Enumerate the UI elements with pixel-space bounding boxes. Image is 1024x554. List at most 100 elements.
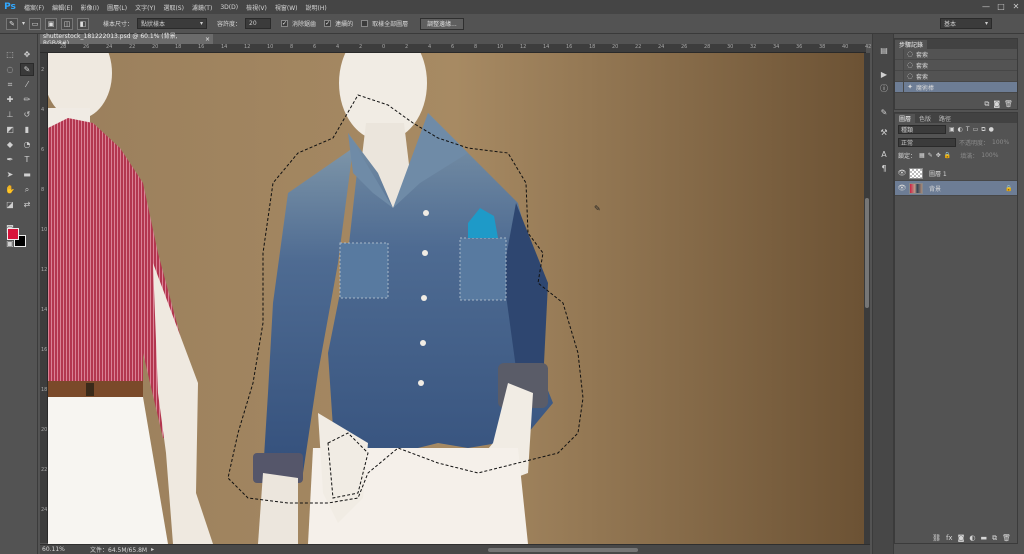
path-selection-tool-icon[interactable]: ➤ — [3, 168, 17, 181]
camera-icon[interactable]: ◙ — [993, 100, 1000, 108]
crop-tool-icon[interactable]: ⌗ — [3, 78, 17, 91]
link-icon[interactable]: ⛓ — [932, 534, 941, 542]
trash-icon[interactable]: 🗑 — [1004, 100, 1013, 108]
blur-tool-icon[interactable]: ◆ — [3, 138, 17, 151]
trash-icon[interactable]: 🗑 — [1002, 534, 1011, 542]
clone-stamp-tool-icon[interactable]: ⊥ — [3, 108, 17, 121]
actions-panel-icon[interactable]: ▶ — [878, 68, 890, 80]
quick-selection-icon[interactable]: ✎ — [6, 17, 18, 30]
menu-file[interactable]: 檔案(F) — [20, 3, 48, 12]
eyedropper-tool-icon[interactable]: ⁄ — [20, 78, 34, 91]
history-state[interactable]: ◌ 套索 — [895, 70, 1017, 82]
move-tool-icon[interactable]: ✥ — [20, 48, 34, 61]
sample-all-layers-checkbox[interactable] — [361, 20, 369, 27]
brush-panel-icon[interactable]: ✎ — [878, 106, 890, 118]
tool-preset-dropdown-icon[interactable]: ▾ — [22, 20, 25, 27]
document-canvas[interactable]: ✎ — [48, 53, 864, 544]
layer-row-active[interactable]: 👁 背景 🔒 — [895, 181, 1017, 196]
tab-layers[interactable]: 圖層 — [895, 113, 916, 123]
zoom-tool-icon[interactable]: ⌕ — [20, 183, 34, 196]
menu-type[interactable]: 文字(Y) — [131, 3, 159, 12]
menu-layer[interactable]: 圖層(L) — [103, 3, 131, 12]
layer-row[interactable]: 👁 圖層 1 — [895, 166, 1017, 181]
gradient-tool-icon[interactable]: ▮ — [20, 123, 34, 136]
history-brush-tool-icon[interactable]: ↺ — [20, 108, 34, 121]
contiguous-checkbox[interactable]: ✓ — [324, 20, 332, 27]
tool-presets-icon[interactable]: ⚒ — [878, 126, 890, 138]
fill-value[interactable]: 100% — [981, 152, 998, 159]
tab-channels[interactable]: 色版 — [915, 114, 935, 123]
snapshot-checkbox[interactable] — [895, 81, 904, 93]
fx-icon[interactable]: fx — [946, 534, 953, 542]
adjustment-icon[interactable]: ◐ — [969, 534, 975, 542]
filter-shape-icon[interactable]: ▭ — [973, 126, 979, 133]
snapshot-checkbox[interactable] — [895, 48, 904, 60]
menu-image[interactable]: 影像(I) — [77, 3, 103, 12]
maximize-button[interactable]: □ — [995, 1, 1007, 12]
menu-window[interactable]: 視窗(W) — [271, 3, 302, 12]
menu-view[interactable]: 檢視(V) — [242, 3, 271, 12]
vertical-scroll-thumb[interactable] — [865, 198, 869, 308]
history-state[interactable]: ◌ 套索 — [895, 59, 1017, 71]
mask-icon[interactable]: ◙ — [958, 534, 965, 542]
quick-selection-tool-icon[interactable]: ✎ — [20, 63, 34, 76]
lock-pixels-icon[interactable]: ▦ — [919, 152, 925, 159]
filter-toggle-icon[interactable]: ● — [989, 126, 994, 133]
eye-icon[interactable]: 👁 — [895, 184, 909, 192]
close-tab-icon[interactable]: × — [205, 36, 210, 43]
refine-edge-button[interactable]: 調整邊緣... — [420, 17, 464, 30]
lock-all-icon[interactable]: 🔒 — [944, 152, 951, 159]
intersect-selection-icon[interactable]: ◧ — [77, 17, 90, 30]
ruler-vertical[interactable]: 2 4 6 8 10 12 14 16 18 20 22 24 — [40, 53, 48, 543]
zoom-level[interactable]: 60.11% — [40, 546, 66, 553]
vertical-scrollbar[interactable] — [864, 53, 870, 544]
blend-mode-select[interactable]: 正常 — [898, 138, 956, 147]
filter-type-icon[interactable]: T — [966, 126, 970, 133]
character-panel-icon[interactable]: A — [878, 148, 890, 160]
filter-smart-object-icon[interactable]: ⧉ — [981, 126, 985, 134]
horizontal-scroll-thumb[interactable] — [488, 548, 638, 552]
close-button[interactable]: ✕ — [1010, 1, 1022, 12]
swap-colors-icon[interactable]: ⇄ — [20, 198, 34, 211]
subtract-selection-icon[interactable]: ◫ — [61, 17, 74, 30]
filter-pixel-icon[interactable]: ▣ — [949, 126, 955, 133]
history-state[interactable]: ◌ 套索 — [895, 48, 1017, 60]
menu-select[interactable]: 選取(S) — [159, 3, 188, 12]
eye-icon[interactable]: 👁 — [895, 169, 909, 177]
add-selection-icon[interactable]: ▣ — [45, 17, 58, 30]
filter-adjustment-icon[interactable]: ◐ — [958, 126, 963, 133]
folder-icon[interactable]: ▬ — [980, 534, 987, 542]
menu-edit[interactable]: 編輯(E) — [48, 3, 76, 12]
healing-brush-tool-icon[interactable]: ✚ — [3, 93, 17, 106]
new-snapshot-icon[interactable]: ⧉ — [984, 100, 989, 109]
ruler-horizontal[interactable]: 28 26 24 22 20 18 16 14 12 10 8 6 4 2 0 2 4 6 8 10 12 14 16 18 2… — [40, 44, 871, 53]
lasso-tool-icon[interactable]: ◌ — [3, 63, 17, 76]
foreground-color-swatch[interactable] — [7, 228, 19, 240]
minimize-button[interactable]: — — [980, 1, 992, 12]
hand-tool-icon[interactable]: ✋ — [3, 183, 17, 196]
tab-paths[interactable]: 路徑 — [935, 114, 955, 123]
brush-tool-icon[interactable]: ✏ — [20, 93, 34, 106]
layer-kind-filter[interactable]: 種類 — [898, 125, 946, 134]
snapshot-checkbox[interactable] — [895, 59, 904, 71]
info-panel-icon[interactable]: ⓘ — [878, 82, 890, 94]
workspace-select[interactable]: 基本 ▾ — [940, 18, 992, 29]
tolerance-input[interactable]: 20 — [245, 18, 272, 29]
menu-3d[interactable]: 3D(D) — [216, 4, 242, 11]
sample-size-select[interactable]: 點狀樣本 ▾ — [137, 18, 208, 29]
history-panel-icon[interactable]: ▤ — [878, 44, 890, 56]
eraser-tool-icon[interactable]: ◩ — [3, 123, 17, 136]
menu-filter[interactable]: 濾鏡(T) — [188, 3, 216, 12]
lock-paint-icon[interactable]: ✎ — [928, 152, 933, 159]
snapshot-checkbox[interactable] — [895, 70, 904, 82]
tab-history[interactable]: 步驟記錄 — [895, 39, 928, 49]
opacity-value[interactable]: 100% — [992, 139, 1009, 146]
dodge-tool-icon[interactable]: ◔ — [20, 138, 34, 151]
paragraph-panel-icon[interactable]: ¶ — [878, 162, 890, 174]
document-tab[interactable]: shutterstock_181222013.psd @ 60.1% (背景, … — [40, 33, 213, 47]
type-tool-icon[interactable]: T — [20, 153, 34, 166]
default-colors-icon[interactable]: ◪ — [3, 198, 17, 211]
new-selection-icon[interactable]: ▭ — [29, 17, 42, 30]
antialias-checkbox[interactable]: ✓ — [281, 20, 289, 27]
pen-tool-icon[interactable]: ✒ — [3, 153, 17, 166]
